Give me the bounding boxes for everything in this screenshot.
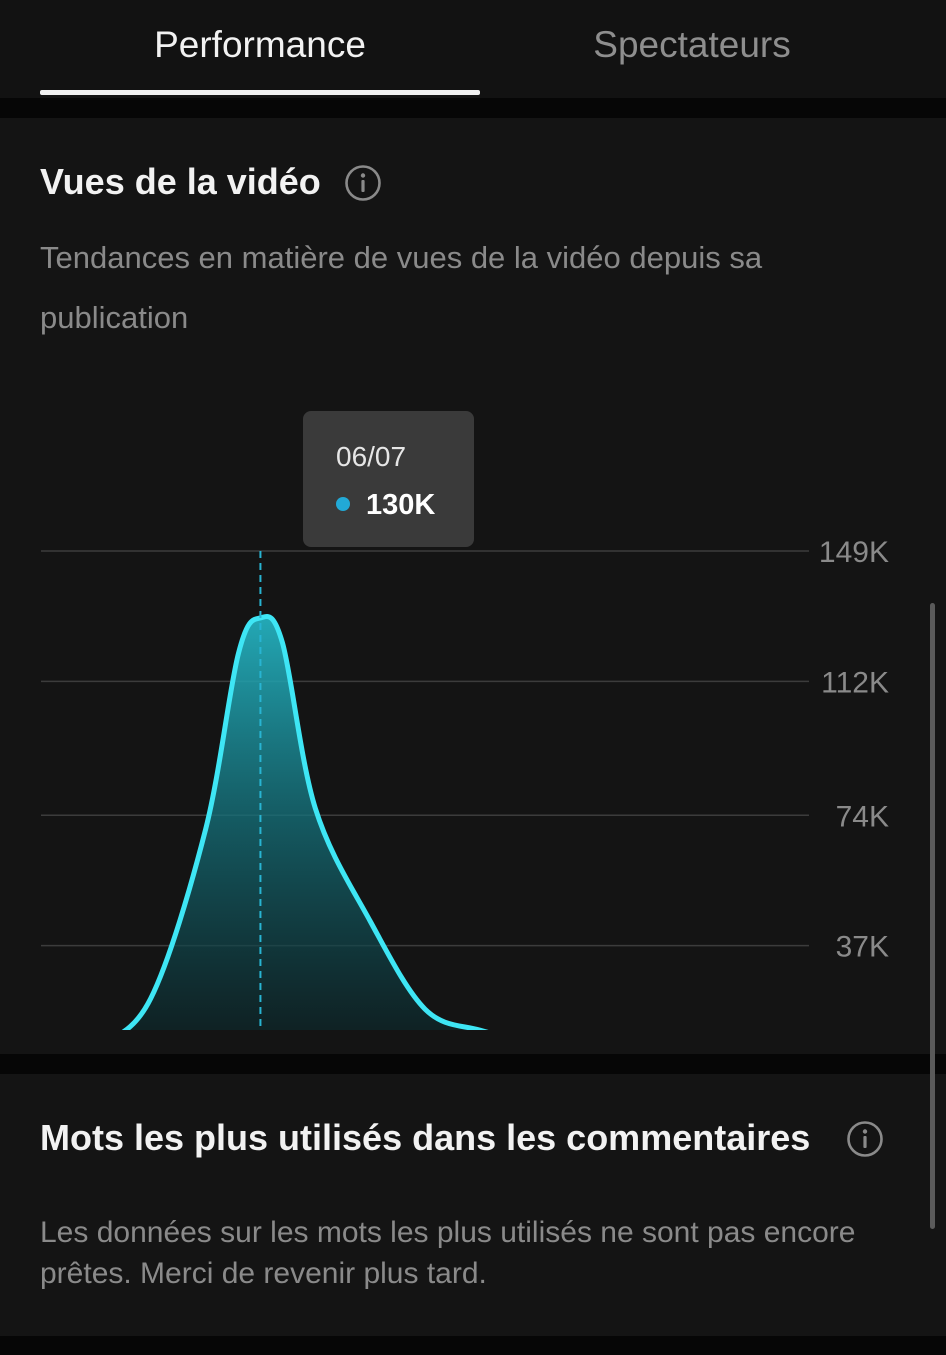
tooltip-dot <box>336 497 350 511</box>
section-divider <box>0 1336 946 1355</box>
info-icon[interactable] <box>344 164 382 202</box>
active-tab-indicator <box>40 90 480 95</box>
y-tick-label: 149K <box>819 536 889 569</box>
tab-bar: Performance Spectateurs <box>0 0 946 98</box>
views-area-fill <box>125 616 480 1030</box>
top-comment-words-card: Mots les plus utilisés dans les commenta… <box>0 1074 946 1336</box>
info-icon[interactable] <box>846 1120 884 1158</box>
y-tick-label: 37K <box>836 931 889 964</box>
section-divider <box>0 98 946 118</box>
tooltip-box <box>303 411 474 547</box>
section-divider <box>0 1054 946 1074</box>
views-chart[interactable]: 149K112K74K37K0 0257d 06/07 130K <box>0 400 946 1030</box>
tooltip-date: 06/07 <box>336 441 406 472</box>
video-views-description: Tendances en matière de vues de la vidéo… <box>40 240 763 335</box>
tooltip-value: 130K <box>366 489 435 521</box>
tooltip: 06/07 130K <box>303 411 474 547</box>
tab-performance[interactable]: Performance <box>40 22 480 68</box>
views-line <box>121 614 489 1030</box>
video-views-title: Vues de la vidéo <box>40 161 321 202</box>
tab-spectateurs[interactable]: Spectateurs <box>480 22 904 68</box>
y-tick-label: 74K <box>836 800 889 833</box>
top-comment-words-title: Mots les plus utilisés dans les commenta… <box>40 1117 811 1158</box>
video-views-card: Vues de la vidéo Tendances en matière de… <box>0 118 946 1054</box>
y-tick-label: 112K <box>821 666 889 699</box>
top-comment-words-description: Les données sur les mots les plus utilis… <box>40 1216 856 1290</box>
scrollbar[interactable] <box>930 603 935 1229</box>
